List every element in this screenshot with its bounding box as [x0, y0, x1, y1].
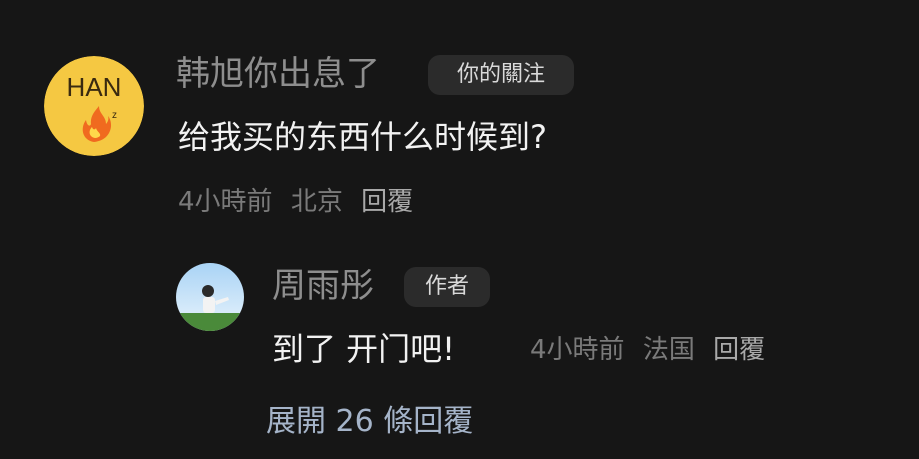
- avatar[interactable]: HAN z: [44, 56, 144, 156]
- comment-location: 北京: [290, 187, 343, 217]
- svg-text:HAN: HAN: [67, 72, 122, 102]
- comment-author-name[interactable]: 韩旭你出息了: [176, 54, 380, 94]
- han-fire-avatar-icon: HAN z: [44, 56, 144, 156]
- person-sky-avatar-icon: [176, 263, 244, 331]
- following-badge: 你的關注: [428, 55, 574, 95]
- reply-author-name[interactable]: 周雨彤: [272, 266, 374, 306]
- author-badge: 作者: [404, 267, 490, 307]
- reply-text: 到了 开门吧!: [272, 330, 456, 368]
- reply-meta: 4小時前 法国 回覆: [530, 333, 765, 367]
- reply-time: 4小時前: [530, 335, 625, 365]
- comment-text: 给我买的东西什么时候到?: [178, 118, 547, 156]
- expand-replies-link[interactable]: 展開 26 條回覆: [266, 402, 473, 442]
- comment-meta: 4小時前 北京 回覆: [178, 185, 413, 219]
- comment-reply-button[interactable]: 回覆: [361, 185, 413, 219]
- comment-time: 4小時前: [178, 187, 273, 217]
- svg-text:z: z: [112, 110, 117, 121]
- reply-location: 法国: [642, 335, 695, 365]
- reply-avatar[interactable]: [176, 263, 244, 331]
- reply-reply-button[interactable]: 回覆: [713, 333, 765, 367]
